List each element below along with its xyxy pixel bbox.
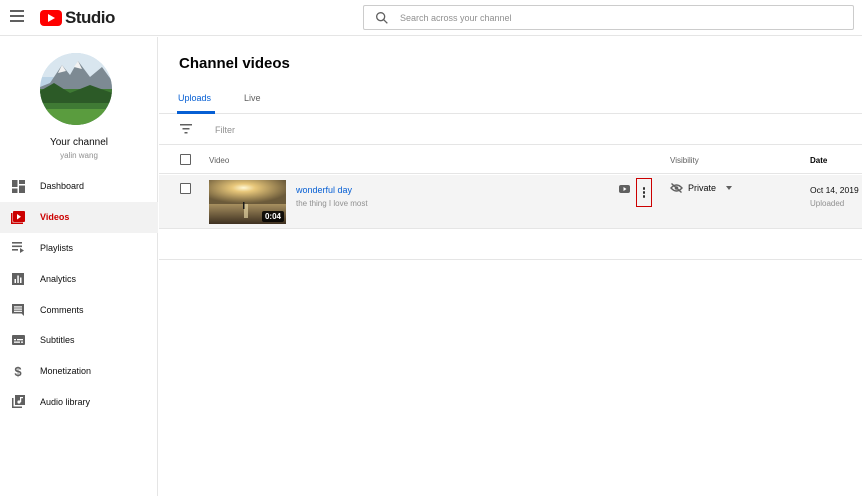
column-header-visibility[interactable]: Visibility: [670, 156, 699, 165]
main-content: Channel videos Uploads Live Filter Video…: [159, 37, 862, 496]
studio-logo[interactable]: Studio: [40, 8, 115, 28]
search-box[interactable]: [363, 5, 854, 30]
sidebar-item-playlists[interactable]: Playlists: [0, 233, 158, 264]
audio-library-icon: [11, 395, 25, 409]
row-checkbox[interactable]: [180, 183, 191, 194]
analytics-icon: [11, 272, 25, 286]
table-header: Video Visibility Date: [159, 146, 862, 174]
sidebar-item-dashboard[interactable]: Dashboard: [0, 171, 158, 202]
visibility-value: Private: [688, 183, 717, 193]
visibility-dropdown[interactable]: Private: [670, 183, 733, 193]
menu-icon[interactable]: [10, 10, 24, 22]
comments-icon: [11, 303, 25, 317]
more-options-button[interactable]: [636, 178, 652, 207]
more-vert-icon: [642, 187, 646, 190]
tab-bar: Uploads Live: [159, 85, 862, 114]
sidebar-nav: Dashboard Videos Playlists Analytics Com…: [0, 171, 158, 417]
channel-username: yalin wang: [60, 151, 98, 160]
select-all-checkbox[interactable]: [180, 154, 191, 165]
video-title-link[interactable]: wonderful day: [296, 185, 352, 195]
sidebar-item-label: Analytics: [40, 273, 77, 284]
video-date: Oct 14, 2019: [810, 185, 859, 195]
monetization-icon: $: [14, 363, 22, 379]
sidebar-item-label: Comments: [40, 304, 84, 315]
video-thumbnail[interactable]: 0:04: [209, 180, 286, 224]
video-duration: 0:04: [261, 211, 284, 222]
filter-input[interactable]: Filter: [215, 125, 235, 135]
sidebar-item-label: Audio library: [40, 396, 91, 407]
sidebar-item-label: Monetization: [40, 366, 92, 377]
filter-bar[interactable]: Filter: [159, 115, 862, 145]
sidebar-item-label: Dashboard: [40, 181, 85, 192]
channel-title: Your channel: [49, 137, 108, 148]
sidebar-item-label: Playlists: [40, 242, 74, 253]
tab-uploads[interactable]: Uploads: [178, 93, 211, 103]
sidebar-item-subtitles[interactable]: Subtitles: [0, 325, 158, 356]
youtube-logo-icon: [40, 10, 62, 26]
sidebar-item-label: Videos: [40, 212, 70, 223]
filter-icon[interactable]: [180, 124, 192, 134]
subtitles-icon: [11, 333, 25, 347]
tab-active-indicator: [177, 111, 215, 114]
youtube-view-icon[interactable]: [619, 185, 630, 193]
sidebar: Your channel yalin wang Dashboard Videos…: [0, 37, 158, 496]
sidebar-item-monetization[interactable]: $ Monetization: [0, 356, 158, 387]
playlists-icon: [11, 241, 25, 255]
tab-live[interactable]: Live: [244, 93, 261, 103]
videos-icon: [11, 210, 25, 224]
table-divider: [159, 259, 862, 260]
top-bar: Studio: [0, 0, 862, 36]
column-header-date[interactable]: Date: [810, 156, 827, 165]
dashboard-icon: [11, 179, 25, 193]
column-header-video: Video: [209, 156, 230, 165]
sidebar-item-analytics[interactable]: Analytics: [0, 263, 158, 294]
table-row[interactable]: 0:04 wonderful day the thing I love most…: [159, 175, 862, 229]
page-title: Channel videos: [179, 55, 290, 72]
sidebar-item-comments[interactable]: Comments: [0, 294, 158, 325]
search-icon: [376, 11, 388, 24]
video-date-status: Uploaded: [810, 199, 845, 208]
sidebar-item-label: Subtitles: [40, 335, 75, 346]
search-input[interactable]: [400, 12, 853, 23]
eye-off-icon: [670, 183, 683, 193]
sidebar-item-audio-library[interactable]: Audio library: [0, 387, 158, 418]
caret-down-icon: [726, 186, 733, 190]
video-description: the thing I love most: [296, 199, 368, 208]
avatar[interactable]: [40, 53, 112, 125]
sidebar-item-videos[interactable]: Videos: [0, 201, 158, 233]
